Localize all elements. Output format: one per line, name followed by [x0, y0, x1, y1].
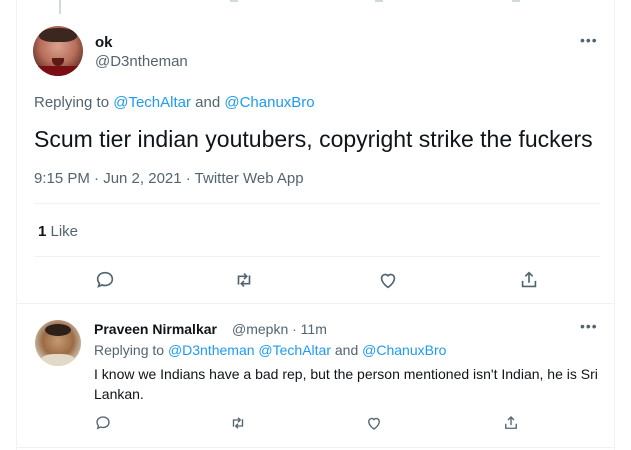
user-handle-time[interactable]: @mepkn · 11m — [232, 321, 327, 337]
likes-count[interactable]: 1 Like — [38, 223, 78, 240]
like-icon[interactable] — [377, 269, 399, 291]
reply-icon[interactable] — [94, 269, 116, 291]
avatar[interactable] — [35, 320, 81, 366]
replying-and: and — [331, 342, 363, 358]
user-handle[interactable]: @D3ntheman — [95, 53, 188, 70]
avatar-shirt — [33, 66, 83, 76]
more-options-icon[interactable]: ••• — [580, 318, 598, 334]
mention-link[interactable]: @D3ntheman — [168, 342, 255, 358]
retweet-icon[interactable] — [229, 414, 247, 432]
divider — [34, 203, 600, 204]
mention-link[interactable]: @ChanuxBro — [362, 342, 446, 358]
likes-label: Like — [46, 223, 79, 240]
replying-to: Replying to @D3ntheman @TechAltar and @C… — [94, 342, 446, 358]
replying-to: Replying to @TechAltar and @ChanuxBro — [34, 94, 315, 111]
main-tweet: ok @D3ntheman ••• Replying to @TechAltar… — [0, 0, 631, 303]
mention-link[interactable]: @ChanuxBro — [224, 94, 314, 111]
divider — [34, 256, 600, 257]
display-name[interactable]: ok — [95, 34, 113, 51]
tweet-text: I know we Indians have a bad rep, but th… — [94, 366, 598, 402]
tweet-text: Scum tier indian youtubers, copyright st… — [34, 126, 593, 152]
share-icon[interactable] — [502, 414, 520, 432]
tweet-separator — [16, 447, 614, 448]
tweet-timestamp[interactable]: 9:15 PM · Jun 2, 2021 · Twitter Web App — [34, 170, 304, 187]
avatar-hair — [39, 28, 77, 42]
avatar[interactable] — [33, 26, 83, 76]
reply-tweet[interactable]: Praveen Nirmalkar @mepkn · 11m ••• Reply… — [0, 304, 631, 450]
avatar-hair — [45, 324, 71, 336]
mention-link[interactable]: @TechAltar — [113, 94, 191, 111]
retweet-icon[interactable] — [233, 269, 255, 291]
display-name[interactable]: Praveen Nirmalkar — [94, 321, 217, 337]
replying-and: and — [190, 94, 225, 111]
mention-link[interactable]: @TechAltar — [258, 342, 331, 358]
avatar-shirt — [41, 354, 75, 366]
replying-prefix: Replying to — [34, 94, 114, 111]
more-options-icon[interactable]: ••• — [580, 32, 598, 48]
share-icon[interactable] — [518, 269, 540, 291]
replying-prefix: Replying to — [94, 342, 168, 358]
like-icon[interactable] — [365, 414, 383, 432]
avatar-mouth — [52, 58, 64, 66]
reply-icon[interactable] — [94, 414, 112, 432]
